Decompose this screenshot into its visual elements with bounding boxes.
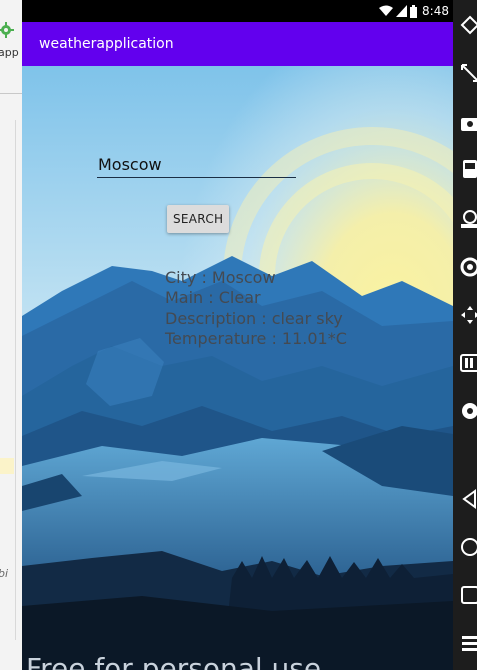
battery-tool-icon[interactable] [459, 352, 477, 374]
location-icon[interactable] [459, 256, 477, 278]
result-main: Main : Clear [165, 288, 261, 307]
result-city: City : Moscow [165, 268, 276, 287]
menu-icon[interactable] [459, 632, 477, 654]
wifi-icon [379, 5, 393, 16]
record-icon[interactable] [459, 400, 477, 422]
app-title: weatherapplication [39, 36, 174, 52]
power-icon[interactable] [459, 14, 477, 36]
overview-icon[interactable] [459, 584, 477, 606]
ide-highlight [0, 458, 14, 474]
dpad-icon[interactable] [459, 304, 477, 326]
ide-gutter-line [15, 120, 16, 640]
phone-icon[interactable] [459, 158, 477, 180]
city-input[interactable] [97, 152, 296, 178]
signal-icon [396, 5, 407, 17]
gps-icon[interactable] [459, 208, 477, 230]
camera-icon[interactable] [459, 112, 477, 134]
emulator-toolbar [453, 0, 477, 670]
home-icon[interactable] [459, 536, 477, 558]
status-icons [379, 4, 417, 18]
result-description: Description : clear sky [165, 309, 343, 328]
battery-icon [410, 4, 417, 18]
app-toolbar: weatherapplication [22, 22, 453, 66]
ide-hint-text: bi [0, 567, 9, 580]
result-temperature: Temperature : 11.01*C [165, 329, 347, 348]
gear-icon[interactable] [0, 22, 14, 38]
status-bar: 8:48 [22, 0, 453, 22]
ide-sidebar: app bi [0, 0, 23, 670]
ide-project-label[interactable]: app [0, 46, 19, 59]
back-icon[interactable] [459, 488, 477, 510]
resize-icon[interactable] [459, 62, 477, 84]
watermark-text: Free for personal use [26, 652, 322, 670]
ide-divider [0, 93, 22, 94]
emulator-screen: 8:48 weatherapplication Moscow SEARCH Ci… [22, 0, 453, 670]
search-button[interactable]: SEARCH [167, 205, 229, 233]
status-time: 8:48 [422, 4, 449, 18]
